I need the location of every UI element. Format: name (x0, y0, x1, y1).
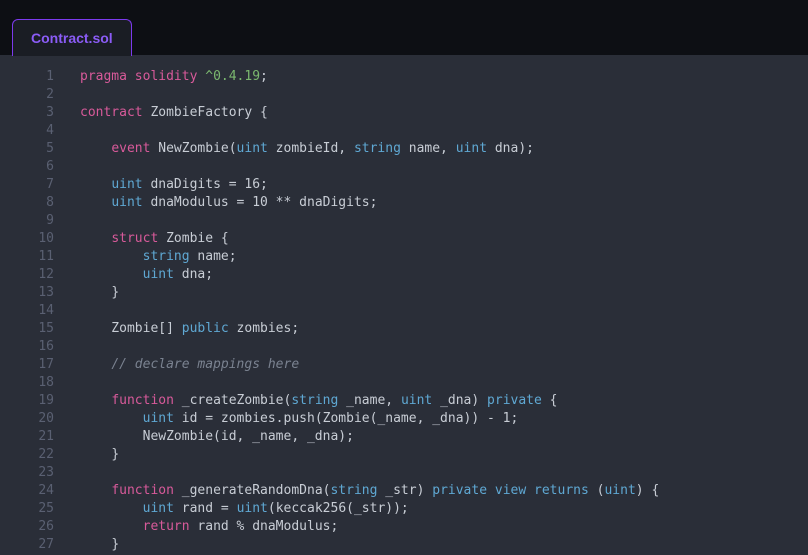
code-line[interactable] (80, 302, 808, 320)
code-line[interactable]: uint dna; (80, 266, 808, 284)
line-number: 3 (0, 104, 64, 122)
code-line[interactable]: pragma solidity ^0.4.19; (80, 68, 808, 86)
code-line[interactable]: return rand % dnaModulus; (80, 518, 808, 536)
line-number: 18 (0, 374, 64, 392)
line-number: 5 (0, 140, 64, 158)
line-number: 8 (0, 194, 64, 212)
code-editor[interactable]: 1234567891011121314151617181920212223242… (0, 56, 808, 555)
line-number: 10 (0, 230, 64, 248)
code-line[interactable]: string name; (80, 248, 808, 266)
code-line[interactable] (80, 338, 808, 356)
code-line[interactable]: uint id = zombies.push(Zombie(_name, _dn… (80, 410, 808, 428)
code-line[interactable] (80, 86, 808, 104)
tab-bar: Contract.sol (0, 0, 808, 56)
code-content[interactable]: pragma solidity ^0.4.19; contract ZombieF… (72, 56, 808, 555)
line-number: 26 (0, 518, 64, 536)
code-line[interactable]: } (80, 284, 808, 302)
code-line[interactable]: function _generateRandomDna(string _str)… (80, 482, 808, 500)
code-line[interactable]: struct Zombie { (80, 230, 808, 248)
line-number: 16 (0, 338, 64, 356)
line-number: 1 (0, 68, 64, 86)
code-line[interactable] (80, 158, 808, 176)
code-line[interactable]: uint dnaModulus = 10 ** dnaDigits; (80, 194, 808, 212)
line-number: 21 (0, 428, 64, 446)
line-number-gutter: 1234567891011121314151617181920212223242… (0, 56, 72, 555)
code-line[interactable]: event NewZombie(uint zombieId, string na… (80, 140, 808, 158)
code-line[interactable]: function _createZombie(string _name, uin… (80, 392, 808, 410)
line-number: 14 (0, 302, 64, 320)
code-line[interactable] (80, 464, 808, 482)
line-number: 22 (0, 446, 64, 464)
line-number: 17 (0, 356, 64, 374)
code-line[interactable]: uint rand = uint(keccak256(_str)); (80, 500, 808, 518)
line-number: 11 (0, 248, 64, 266)
line-number: 12 (0, 266, 64, 284)
code-line[interactable]: } (80, 446, 808, 464)
line-number: 4 (0, 122, 64, 140)
line-number: 15 (0, 320, 64, 338)
line-number: 6 (0, 158, 64, 176)
line-number: 27 (0, 536, 64, 554)
code-line[interactable]: uint dnaDigits = 16; (80, 176, 808, 194)
line-number: 24 (0, 482, 64, 500)
code-line[interactable]: // declare mappings here (80, 356, 808, 374)
line-number: 25 (0, 500, 64, 518)
code-line[interactable]: Zombie[] public zombies; (80, 320, 808, 338)
code-line[interactable]: NewZombie(id, _name, _dna); (80, 428, 808, 446)
code-line[interactable] (80, 122, 808, 140)
line-number: 7 (0, 176, 64, 194)
line-number: 23 (0, 464, 64, 482)
line-number: 2 (0, 86, 64, 104)
line-number: 13 (0, 284, 64, 302)
code-line[interactable]: } (80, 536, 808, 554)
code-line[interactable] (80, 374, 808, 392)
line-number: 9 (0, 212, 64, 230)
tab-contract[interactable]: Contract.sol (12, 19, 132, 56)
line-number: 19 (0, 392, 64, 410)
code-line[interactable] (80, 212, 808, 230)
line-number: 20 (0, 410, 64, 428)
code-line[interactable]: contract ZombieFactory { (80, 104, 808, 122)
